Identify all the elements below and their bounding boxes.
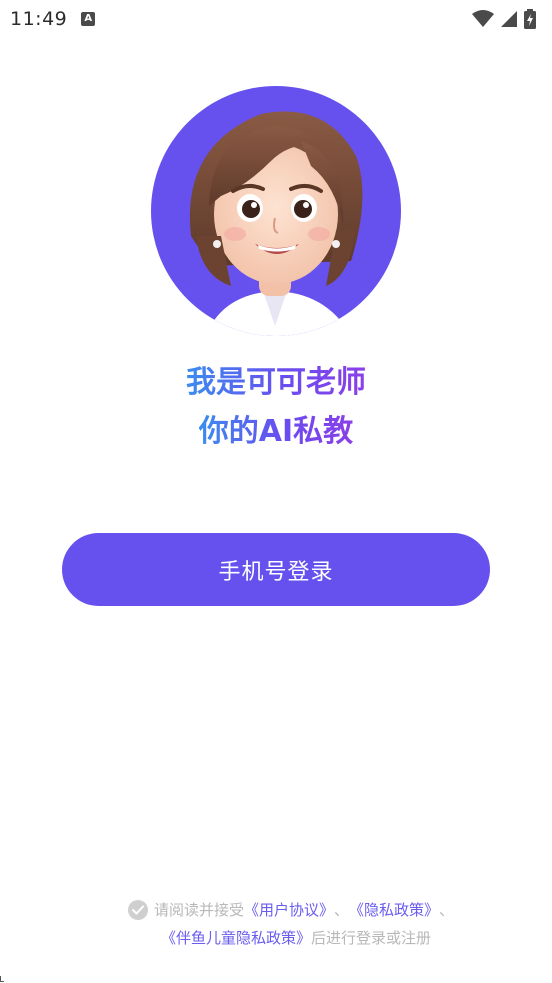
agreement-separator-2: 、: [439, 901, 455, 919]
phone-login-button[interactable]: 手机号登录: [62, 533, 490, 606]
teacher-avatar-illustration: [151, 86, 401, 336]
hero-title-line-1: 我是可可老师: [0, 362, 552, 404]
agreement-line-1: 请阅读并接受 《用户协议》 、 《隐私政策》 、: [0, 896, 552, 924]
status-right: [472, 9, 536, 29]
status-left: 11:49 A: [10, 8, 96, 30]
agreement-suffix: 后进行登录或注册: [311, 929, 432, 947]
agreement-separator-1: 、: [333, 901, 349, 919]
agreement-line-2: 《伴鱼儿童隐私政策》 后进行登录或注册: [0, 924, 552, 952]
status-bar: 11:49 A: [0, 0, 552, 38]
user-agreement-link[interactable]: 《用户协议》: [244, 896, 334, 924]
teacher-avatar: [151, 86, 401, 336]
privacy-policy-link[interactable]: 《隐私政策》: [349, 896, 439, 924]
hero-title-line-1-text: 我是可可老师: [186, 365, 366, 400]
agreement-prefix: 请阅读并接受: [153, 901, 244, 919]
check-circle-icon[interactable]: [127, 900, 148, 920]
agreement-notice: 请阅读并接受 《用户协议》 、 《隐私政策》 、 《伴鱼儿童隐私政策》 后进行登…: [0, 896, 552, 952]
hero-title-line-2-text: 你的AI私教: [198, 414, 354, 449]
hero-title-line-2: 你的AI私教: [0, 411, 552, 453]
child-privacy-policy-link[interactable]: 《伴鱼儿童隐私政策》: [161, 924, 311, 952]
corner-mark: [0, 976, 4, 982]
wifi-icon: [472, 10, 494, 27]
status-time: 11:49: [10, 8, 68, 30]
text-a-notification-icon: A: [81, 12, 96, 26]
battery-charging-icon: [524, 9, 536, 29]
cell-signal-icon: [501, 11, 517, 27]
login-screen: 11:49 A 我是可可老师 你的AI私教 手机号登录 请阅读并接受 《用户协议…: [0, 0, 552, 983]
